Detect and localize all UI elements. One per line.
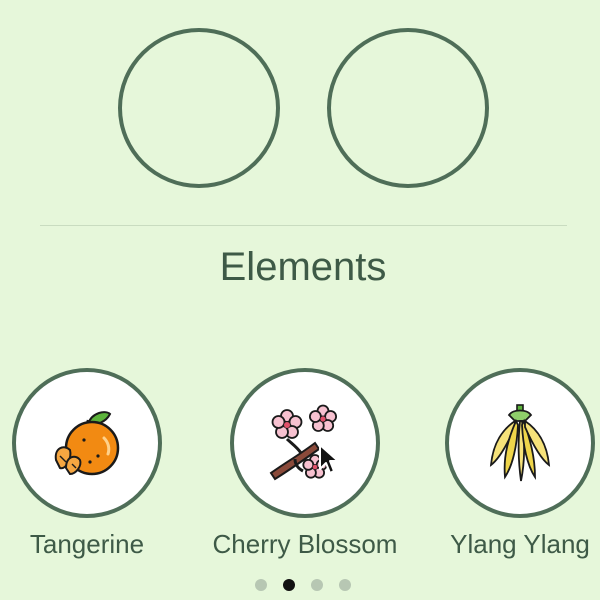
- section-title: Elements: [219, 245, 387, 289]
- page-indicator: [255, 579, 351, 591]
- empty-slot-2[interactable]: [327, 28, 489, 188]
- element-circle[interactable]: [230, 368, 380, 518]
- ylang-ylang-icon: [489, 404, 551, 482]
- divider: [40, 225, 567, 226]
- element-circle[interactable]: [12, 368, 162, 518]
- element-card-ylang-ylang[interactable]: Ylang Ylang: [445, 368, 595, 559]
- page-dot[interactable]: [311, 579, 323, 591]
- page-dot[interactable]: [339, 579, 351, 591]
- tangerine-icon: [54, 411, 120, 476]
- element-circle[interactable]: [445, 368, 595, 518]
- mouse-cursor-icon: [319, 444, 339, 474]
- element-label: Ylang Ylang: [450, 529, 590, 559]
- screen: Elements Tangerine Cherry Blossom Ylang …: [0, 0, 600, 600]
- page-dot[interactable]: [255, 579, 267, 591]
- page-dot-active[interactable]: [283, 579, 295, 591]
- element-card-cherry-blossom[interactable]: Cherry Blossom: [213, 368, 397, 559]
- element-card-tangerine[interactable]: Tangerine: [12, 368, 162, 559]
- empty-slot-1[interactable]: [118, 28, 280, 188]
